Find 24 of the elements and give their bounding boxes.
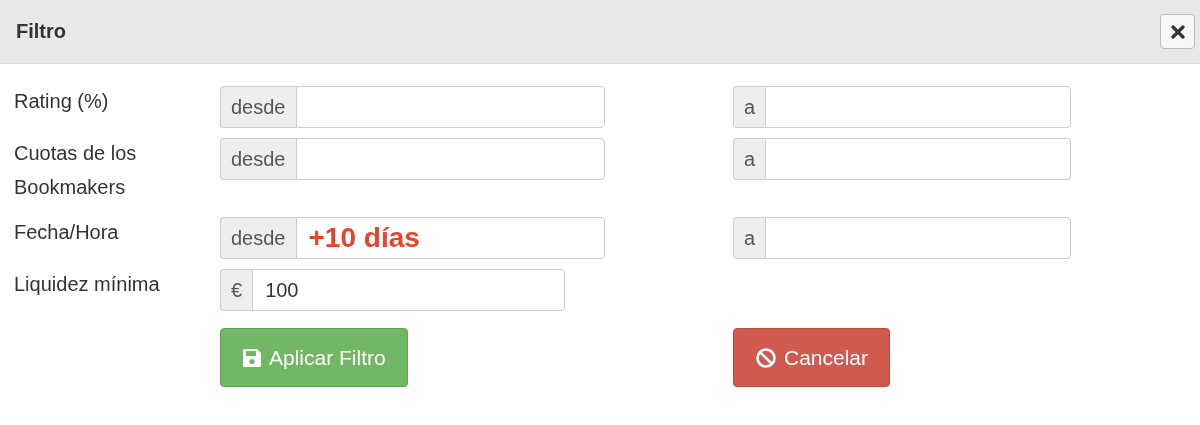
field-label: Rating (%)	[14, 89, 110, 114]
ban-icon	[755, 346, 777, 369]
input-field[interactable]: +10 días	[295, 217, 605, 259]
input-addon: a	[733, 86, 766, 128]
close-button[interactable]	[1160, 14, 1195, 49]
input-field[interactable]	[765, 138, 1071, 180]
dialog-title: Filtro	[16, 20, 66, 43]
input-addon: desde	[220, 86, 296, 128]
input-addon: desde	[220, 138, 296, 180]
apply-button[interactable]: Aplicar Filtro	[220, 328, 408, 387]
input-field[interactable]	[295, 138, 605, 180]
input-addon: desde	[220, 217, 296, 259]
field-label: Cuotas de los Bookmakers	[14, 141, 138, 200]
cancel-button[interactable]: Cancelar	[733, 328, 891, 387]
field-label: Liquidez mínima	[14, 272, 161, 297]
input-field[interactable]	[765, 86, 1071, 128]
field-label: Fecha/Hora	[14, 220, 120, 245]
input-field[interactable]	[765, 217, 1071, 259]
input-field[interactable]	[295, 86, 605, 128]
input-addon: €	[220, 269, 253, 311]
input-addon: a	[733, 217, 766, 259]
close-icon	[1170, 24, 1185, 39]
input-field[interactable]: 100	[252, 269, 565, 311]
input-addon: a	[733, 138, 766, 180]
